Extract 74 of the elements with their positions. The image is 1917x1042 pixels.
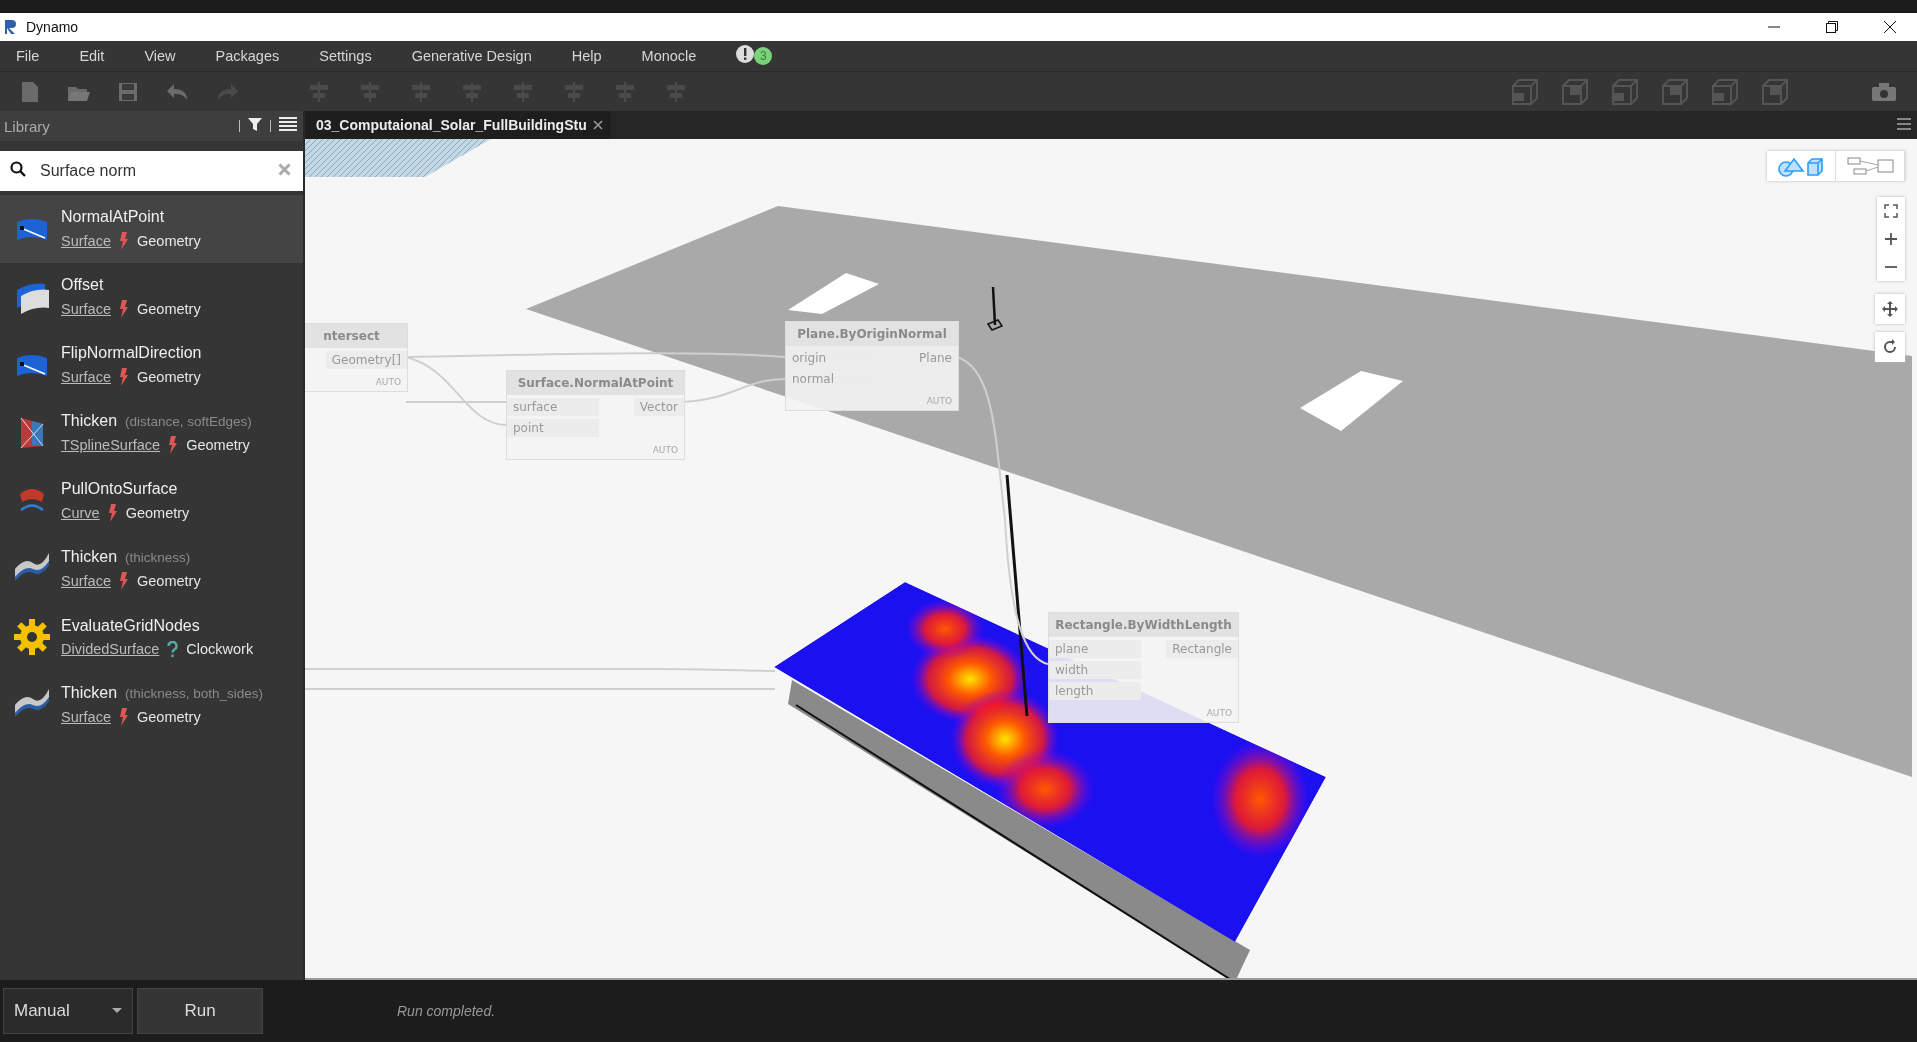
- menu-item[interactable]: Settings: [319, 48, 372, 64]
- close-tab-icon[interactable]: [592, 120, 603, 130]
- close-button[interactable]: [1883, 20, 1897, 34]
- library-item[interactable]: NormalAtPoint Surface Geometry: [0, 195, 303, 263]
- lacing-label: AUTO: [374, 376, 402, 389]
- menu-item[interactable]: File: [16, 48, 40, 64]
- file-tab[interactable]: 03_Computaional_Solar_FullBuildingStu: [305, 111, 611, 139]
- item-parameters: (thickness): [125, 549, 191, 565]
- library-source: Clockwork: [186, 641, 254, 657]
- library-title: Library: [4, 117, 50, 135]
- menu-item[interactable]: Packages: [215, 48, 280, 64]
- library-item[interactable]: Thicken (distance, softEdges) TSplineSurface Geometry: [0, 399, 303, 467]
- library-item[interactable]: Thicken (thickness) Surface Geometry: [0, 535, 303, 603]
- category-link[interactable]: Surface: [61, 233, 111, 249]
- app-logo-icon: [4, 19, 18, 35]
- node-title: Surface.NormalAtPoint: [507, 371, 684, 395]
- library-item[interactable]: Thicken (thickness, both_sides) Surface Geometry: [0, 671, 303, 739]
- caret-icon: [112, 1008, 122, 1014]
- item-name: Thicken: [61, 412, 118, 430]
- category-link[interactable]: DividedSurface: [61, 641, 160, 657]
- library-source: Geometry: [137, 369, 201, 385]
- library-item[interactable]: EvaluateGridNodes DividedSurface Clockwork: [0, 603, 303, 671]
- library-item[interactable]: Offset Surface Geometry: [0, 263, 303, 331]
- library-source: Geometry: [186, 437, 250, 453]
- menu-item[interactable]: View: [144, 48, 176, 64]
- gear-icon: [13, 618, 51, 656]
- item-name: NormalAtPoint: [61, 208, 165, 226]
- library-source: Geometry: [137, 301, 201, 317]
- item-parameters: (distance, softEdges): [125, 413, 252, 429]
- category-link[interactable]: Surface: [61, 573, 111, 589]
- category-link[interactable]: TSplineSurface: [61, 437, 161, 453]
- camera-icon[interactable]: [1871, 81, 1897, 102]
- item-name: Offset: [61, 276, 104, 294]
- item-name: PullOntoSurface: [61, 480, 178, 498]
- menu-item[interactable]: Help: [571, 48, 602, 64]
- menu-item[interactable]: Edit: [79, 48, 105, 64]
- run-mode-dropdown[interactable]: Manual: [3, 988, 133, 1034]
- library-source: Geometry: [137, 233, 201, 249]
- window-title: Dynamo: [26, 19, 79, 35]
- category-link[interactable]: Surface: [61, 369, 111, 385]
- category-link[interactable]: Surface: [61, 709, 111, 725]
- cube-view-icon[interactable]: [1711, 77, 1739, 106]
- lacing-label: AUTO: [925, 395, 953, 408]
- menu-item[interactable]: Monocle: [641, 48, 697, 64]
- category-link[interactable]: Surface: [61, 301, 111, 317]
- restore-button[interactable]: [1825, 20, 1839, 34]
- node-title: ntersect: [305, 324, 407, 348]
- search-field[interactable]: Surface norm: [40, 162, 264, 180]
- item-name: EvaluateGridNodes: [61, 616, 200, 635]
- lacing-label: AUTO: [1205, 707, 1233, 720]
- library-item[interactable]: PullOntoSurface Curve Geometry: [0, 467, 303, 535]
- node-title: Plane.ByOriginNormal: [786, 322, 958, 346]
- item-name: Thicken: [61, 684, 118, 702]
- lacing-label: AUTO: [651, 444, 679, 457]
- item-name: FlipNormalDirection: [61, 344, 202, 362]
- save-icon[interactable]: [118, 81, 138, 102]
- category-link[interactable]: Curve: [61, 505, 100, 521]
- new-file-icon[interactable]: [20, 80, 40, 103]
- item-name: Thicken: [61, 548, 118, 566]
- node-title: Rectangle.ByWidthLength: [1049, 613, 1238, 637]
- cube-view-icon[interactable]: [1561, 77, 1589, 106]
- search-bar[interactable]: Surface norm: [0, 151, 303, 191]
- cube-view-icon[interactable]: [1761, 77, 1789, 106]
- library-source: Geometry: [137, 573, 201, 589]
- menu-item[interactable]: Generative Design: [411, 48, 532, 64]
- library-source: Geometry: [137, 709, 201, 725]
- library-item[interactable]: FlipNormalDirection Surface Geometry: [0, 331, 303, 399]
- library-source: Geometry: [125, 505, 190, 521]
- status-message: Run completed.: [397, 1003, 496, 1019]
- run-button[interactable]: Run: [137, 988, 263, 1034]
- cube-view-icon[interactable]: [1511, 77, 1539, 106]
- item-parameters: (thickness, both_sides): [125, 685, 264, 701]
- cube-view-icon[interactable]: [1661, 77, 1689, 106]
- cube-view-icon[interactable]: [1611, 77, 1639, 106]
